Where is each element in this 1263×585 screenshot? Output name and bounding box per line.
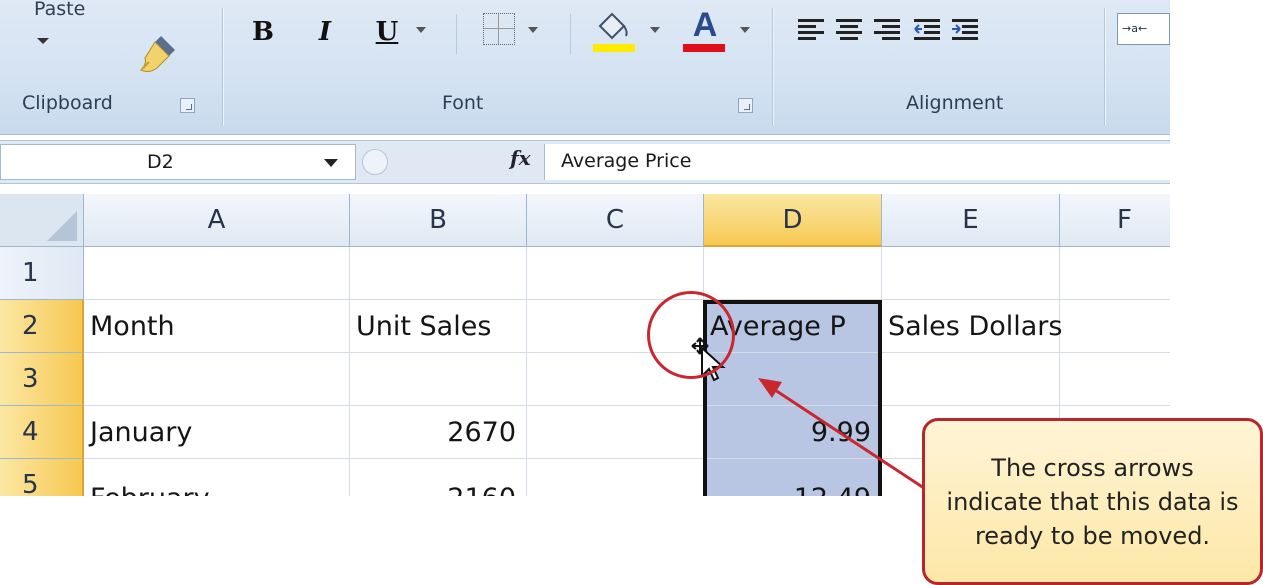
column-header-b[interactable]: B bbox=[350, 194, 527, 247]
align-left-icon[interactable] bbox=[796, 15, 826, 45]
cell-b4[interactable]: 2670 bbox=[350, 406, 527, 459]
borders-dropdown-icon[interactable] bbox=[528, 27, 538, 33]
divider bbox=[456, 14, 457, 54]
select-all-button[interactable] bbox=[0, 194, 84, 247]
decrease-indent-icon[interactable] bbox=[912, 15, 942, 45]
callout-text: The cross arrows indicate that this data… bbox=[946, 453, 1239, 550]
row-header-3[interactable]: 3 bbox=[0, 353, 84, 406]
group-divider bbox=[222, 8, 223, 126]
font-color-dropdown-icon[interactable] bbox=[740, 27, 750, 33]
formula-input[interactable]: Average Price bbox=[544, 144, 1170, 180]
cell-f2[interactable] bbox=[1060, 300, 1170, 353]
alignment-group-label: Alignment bbox=[906, 92, 1004, 114]
increase-indent-icon[interactable] bbox=[950, 15, 980, 45]
cell-a4[interactable]: January bbox=[84, 406, 350, 459]
fill-color-swatch bbox=[593, 44, 635, 52]
fill-color-dropdown-icon[interactable] bbox=[650, 27, 660, 33]
underline-dropdown-icon[interactable] bbox=[416, 27, 426, 33]
cell-b5[interactable]: 2160 bbox=[350, 459, 527, 496]
divider bbox=[570, 14, 571, 54]
cell-f1[interactable] bbox=[1060, 247, 1170, 300]
format-painter-icon[interactable] bbox=[135, 30, 181, 76]
cell-e2[interactable]: Sales Dollars bbox=[882, 300, 1062, 353]
cell-f3[interactable] bbox=[1060, 353, 1170, 406]
ribbon: Paste Clipboard B I U A Font Alignment →… bbox=[0, 0, 1170, 135]
cell-e3[interactable] bbox=[882, 353, 1060, 406]
row-header-5[interactable]: 5 bbox=[0, 459, 84, 496]
column-header-e[interactable]: E bbox=[882, 194, 1060, 247]
column-header-c[interactable]: C bbox=[527, 194, 704, 247]
row-header-1[interactable]: 1 bbox=[0, 247, 84, 300]
cell-b3[interactable] bbox=[350, 353, 527, 406]
align-right-icon[interactable] bbox=[872, 15, 902, 45]
callout-box: The cross arrows indicate that this data… bbox=[922, 418, 1263, 585]
row-header-4[interactable]: 4 bbox=[0, 406, 84, 459]
paste-button[interactable]: Paste bbox=[34, 0, 85, 20]
cell-c5[interactable] bbox=[527, 459, 704, 496]
borders-icon[interactable] bbox=[483, 13, 515, 45]
group-divider bbox=[772, 8, 773, 126]
insert-function-button[interactable]: fx bbox=[510, 146, 531, 170]
column-header-f[interactable]: F bbox=[1060, 194, 1170, 247]
cell-a1[interactable] bbox=[84, 247, 350, 300]
italic-button[interactable]: I bbox=[310, 14, 340, 50]
font-color-swatch bbox=[683, 44, 725, 52]
wrap-text-icon[interactable]: →a← bbox=[1117, 13, 1170, 45]
group-divider bbox=[1104, 8, 1105, 126]
bold-button[interactable]: B bbox=[248, 14, 278, 50]
row-header-2[interactable]: 2 bbox=[0, 300, 84, 353]
font-color-button[interactable]: A bbox=[683, 6, 727, 45]
formula-bar: D2 fx Average Price bbox=[0, 140, 1170, 184]
cell-d1[interactable] bbox=[704, 247, 882, 300]
fill-color-icon[interactable] bbox=[594, 10, 630, 44]
cell-a3[interactable] bbox=[84, 353, 350, 406]
name-box-value: D2 bbox=[147, 151, 174, 173]
cell-a5[interactable]: February bbox=[84, 459, 350, 496]
clipboard-group-label: Clipboard bbox=[22, 92, 113, 114]
name-box-dropdown-icon[interactable] bbox=[324, 159, 338, 167]
column-header-a[interactable]: A bbox=[84, 194, 350, 247]
font-dialog-launcher-icon[interactable] bbox=[738, 98, 753, 113]
underline-button[interactable]: U bbox=[372, 14, 402, 50]
paste-dropdown-icon[interactable] bbox=[37, 38, 49, 44]
clipboard-dialog-launcher-icon[interactable] bbox=[180, 98, 195, 113]
cell-b2[interactable]: Unit Sales bbox=[350, 300, 527, 353]
cell-d5[interactable]: 12.49 bbox=[704, 459, 882, 496]
cell-b1[interactable] bbox=[350, 247, 527, 300]
font-group-label: Font bbox=[442, 92, 484, 114]
column-header-d[interactable]: D bbox=[704, 194, 882, 247]
cell-d4[interactable]: 9.99 bbox=[704, 406, 882, 459]
cell-c4[interactable] bbox=[527, 406, 704, 459]
name-box[interactable]: D2 bbox=[0, 144, 356, 180]
formula-bar-handle-icon bbox=[362, 149, 388, 175]
highlight-circle bbox=[647, 291, 735, 379]
cell-e1[interactable] bbox=[882, 247, 1060, 300]
align-center-icon[interactable] bbox=[834, 15, 864, 45]
cell-a2[interactable]: Month bbox=[84, 300, 350, 353]
